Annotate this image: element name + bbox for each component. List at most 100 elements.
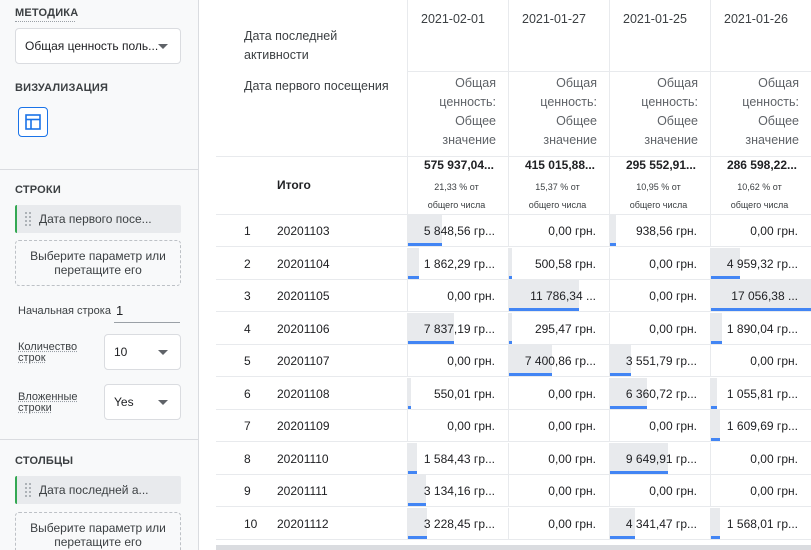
cell-value: 0,00 грн.	[447, 354, 495, 368]
heat-bar-line	[509, 341, 512, 344]
settings-panel: МЕТОДИКА Общая ценность поль... ВИЗУАЛИЗ…	[0, 0, 199, 550]
value-cell[interactable]: 6 360,72 гр...	[609, 378, 710, 410]
column-date-header[interactable]: 2021-01-26	[724, 12, 788, 26]
drag-handle-icon[interactable]	[25, 212, 31, 226]
row-index: 4	[244, 322, 251, 336]
row-count-value: 10	[114, 345, 128, 359]
cell-value: 7 837,19 гр...	[423, 322, 495, 336]
column-dimension-label: Дата последней а...	[39, 483, 149, 497]
cell-value: 0,00 грн.	[750, 484, 798, 498]
header-divider	[216, 156, 811, 157]
metric-header[interactable]: Общая ценность: Общее значение	[508, 74, 597, 150]
nested-rows-value: Yes	[114, 395, 134, 409]
nested-rows-select[interactable]: Yes	[104, 384, 181, 420]
value-cell[interactable]: 17 056,38 ...	[710, 280, 811, 312]
start-row-input[interactable]: 1	[114, 303, 180, 323]
value-cell[interactable]: 3 134,16 гр...	[407, 475, 508, 507]
value-cell[interactable]: 0,00 грн.	[710, 443, 811, 475]
row-dimension-label: Дата первого посе...	[39, 212, 152, 226]
cell-value: 11 786,34 ...	[530, 289, 596, 303]
table-visualization-button[interactable]	[18, 107, 48, 137]
cell-value: 0,00 грн.	[548, 484, 596, 498]
value-cell[interactable]: 0,00 грн.	[508, 378, 609, 410]
value-cell[interactable]: 0,00 грн.	[609, 248, 710, 280]
value-cell[interactable]: 295,47 грн.	[508, 313, 609, 345]
value-cell[interactable]: 0,00 грн.	[609, 410, 710, 442]
value-cell[interactable]: 550,01 грн.	[407, 378, 508, 410]
method-select[interactable]: Общая ценность поль...	[15, 28, 181, 64]
rows-dropzone[interactable]: Выберите параметр или перетащите его	[15, 240, 181, 286]
row-count-select[interactable]: 10	[104, 334, 181, 370]
metric-header[interactable]: Общая ценность: Общее значение	[609, 74, 698, 150]
value-cell[interactable]: 1 568,01 гр...	[710, 508, 811, 540]
row-date: 20201104	[277, 257, 330, 271]
heat-bar-line	[711, 341, 722, 344]
divider	[0, 169, 199, 170]
value-cell[interactable]: 1 890,04 гр...	[710, 313, 811, 345]
value-cell[interactable]: 0,00 грн.	[508, 508, 609, 540]
value-cell[interactable]: 0,00 грн.	[407, 345, 508, 377]
value-cell[interactable]: 0,00 грн.	[609, 280, 710, 312]
cell-value: 0,00 грн.	[649, 484, 697, 498]
row-date: 20201110	[277, 452, 329, 466]
row-count-label: Количество строк	[18, 341, 78, 364]
horizontal-scrollbar[interactable]	[216, 545, 811, 550]
column-date-header[interactable]: 2021-01-27	[522, 12, 586, 26]
column-divider	[710, 156, 711, 214]
row-date: 20201103	[277, 224, 330, 238]
column-date-header[interactable]: 2021-02-01	[421, 12, 485, 26]
cell-value: 17 056,38 ...	[731, 289, 798, 303]
value-cell[interactable]: 1 862,29 гр...	[407, 248, 508, 280]
heat-bar	[711, 410, 720, 441]
value-cell[interactable]: 7 400,86 гр...	[508, 345, 609, 377]
value-cell[interactable]: 0,00 грн.	[508, 410, 609, 442]
value-cell[interactable]: 500,58 грн.	[508, 248, 609, 280]
column-dimension-chip[interactable]: Дата последней а...	[15, 476, 181, 504]
row-date: 20201109	[277, 419, 330, 433]
total-label: Итого	[277, 178, 311, 192]
row-date: 20201108	[277, 387, 330, 401]
value-cell[interactable]: 0,00 грн.	[407, 280, 508, 312]
cell-value: 0,00 грн.	[750, 452, 798, 466]
cell-value: 9 649,91 гр...	[625, 452, 697, 466]
cell-value: 6 360,72 гр...	[625, 387, 697, 401]
column-date-header[interactable]: 2021-01-25	[623, 12, 687, 26]
cell-value: 5 848,56 гр...	[423, 224, 495, 238]
value-cell[interactable]: 0,00 грн.	[609, 475, 710, 507]
columns-dropzone[interactable]: Выберите параметр или перетащите его	[15, 512, 181, 550]
heat-bar-line	[711, 406, 717, 409]
value-cell[interactable]: 0,00 грн.	[508, 443, 609, 475]
heat-bar	[408, 443, 417, 474]
value-cell[interactable]: 9 649,91 гр...	[609, 443, 710, 475]
metric-header[interactable]: Общая ценность: Общее значение	[407, 74, 496, 150]
value-cell[interactable]: 0,00 грн.	[609, 313, 710, 345]
metric-header[interactable]: Общая ценность: Общее значение	[710, 74, 799, 150]
value-cell[interactable]: 4 341,47 гр...	[609, 508, 710, 540]
value-cell[interactable]: 0,00 грн.	[710, 475, 811, 507]
start-row-label: Начальная строка	[18, 305, 111, 317]
value-cell[interactable]: 0,00 грн.	[508, 215, 609, 247]
row-dimension-chip[interactable]: Дата первого посе...	[15, 205, 181, 233]
value-cell[interactable]: 0,00 грн.	[710, 215, 811, 247]
heat-bar	[610, 215, 616, 246]
value-cell[interactable]: 4 959,32 гр...	[710, 248, 811, 280]
row-index: 1	[244, 224, 251, 238]
value-cell[interactable]: 11 786,34 ...	[508, 280, 609, 312]
value-cell[interactable]: 7 837,19 гр...	[407, 313, 508, 345]
value-cell[interactable]: 3 551,79 гр...	[609, 345, 710, 377]
heat-bar-line	[408, 471, 417, 474]
value-cell[interactable]: 1 584,43 гр...	[407, 443, 508, 475]
heat-bar-line	[610, 373, 631, 376]
value-cell[interactable]: 0,00 грн.	[508, 475, 609, 507]
value-cell[interactable]: 1 055,81 гр...	[710, 378, 811, 410]
heat-bar	[711, 508, 720, 539]
value-cell[interactable]: 0,00 грн.	[407, 410, 508, 442]
value-cell[interactable]: 3 228,45 гр...	[407, 508, 508, 540]
value-cell[interactable]: 5 848,56 гр...	[407, 215, 508, 247]
cell-value: 0,00 грн.	[447, 289, 495, 303]
drag-handle-icon[interactable]	[25, 483, 31, 497]
value-cell[interactable]: 938,56 грн.	[609, 215, 710, 247]
cell-value: 1 584,43 гр...	[423, 452, 495, 466]
value-cell[interactable]: 1 609,69 гр...	[710, 410, 811, 442]
value-cell[interactable]: 0,00 грн.	[710, 345, 811, 377]
